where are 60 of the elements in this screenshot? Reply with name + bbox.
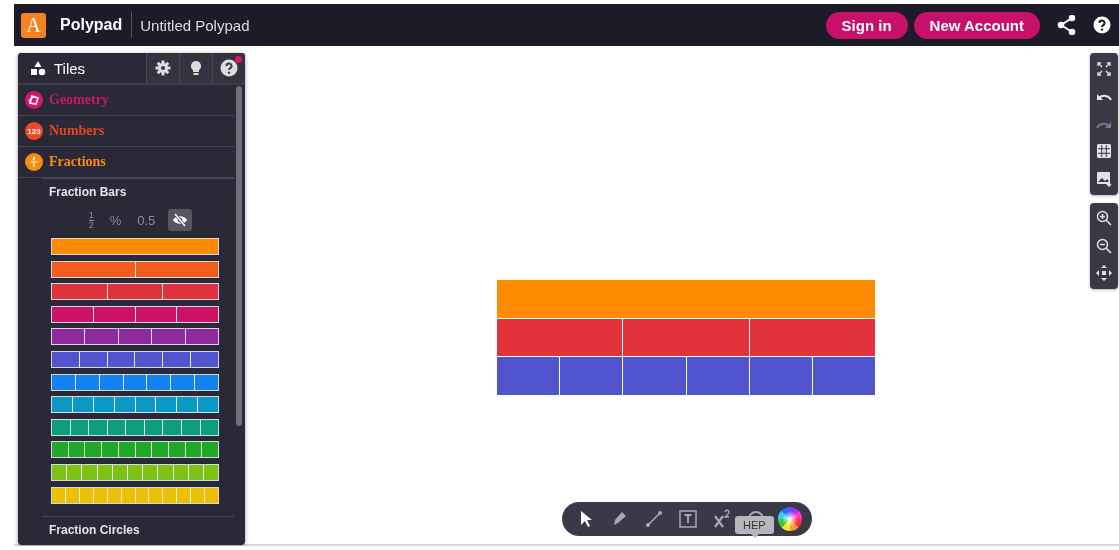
help-button[interactable] (212, 53, 245, 83)
hint-button[interactable] (179, 53, 212, 83)
category-header[interactable]: 123 Numbers (18, 116, 234, 147)
share-icon (1057, 15, 1076, 35)
fraction-bar[interactable] (51, 260, 219, 278)
fraction-bar[interactable] (51, 305, 219, 323)
share-button[interactable] (1057, 15, 1076, 35)
fraction-tile[interactable] (497, 318, 623, 356)
settings-button[interactable] (146, 53, 179, 83)
sign-in-button[interactable]: Sign in (825, 11, 908, 39)
fraction-bar[interactable] (51, 463, 219, 481)
help-button[interactable] (1093, 16, 1111, 34)
fraction-tile[interactable] (622, 357, 686, 395)
scrollbar-thumb[interactable] (236, 86, 242, 426)
numbers-icon: 123 (25, 122, 43, 140)
cursor-icon (578, 510, 594, 528)
fraction-format-button[interactable]: 1 2 (85, 209, 97, 231)
fraction-tile[interactable] (622, 318, 749, 356)
fraction-bar[interactable] (51, 396, 219, 414)
zoom-in-icon (1096, 210, 1112, 227)
app-name: Polypad (60, 16, 123, 34)
gear-icon (155, 60, 171, 76)
fraction-tile[interactable] (685, 357, 749, 395)
lightbulb-icon (189, 60, 203, 76)
fullscreen-icon (1096, 60, 1112, 77)
grid-icon (1096, 143, 1112, 160)
fraction-bar[interactable] (51, 350, 219, 368)
image-download-icon (1096, 170, 1112, 187)
fraction-bar[interactable] (51, 328, 219, 346)
fraction-tile[interactable] (748, 357, 812, 395)
superscript-icon (713, 509, 731, 529)
new-account-button[interactable]: New Account (913, 11, 1040, 39)
fraction-bar[interactable] (51, 283, 219, 301)
fraction-tile[interactable] (497, 357, 560, 395)
fraction-bar[interactable] (51, 486, 219, 504)
eye-slash-icon (172, 213, 189, 227)
fraction-tile[interactable] (748, 318, 875, 356)
section-title[interactable]: Fraction Bars (42, 185, 234, 203)
fraction-bar[interactable] (51, 373, 219, 391)
fraction-tile[interactable] (811, 357, 876, 395)
pen-icon (611, 510, 629, 528)
hide-labels-button[interactable] (168, 209, 193, 231)
text-box-icon (678, 509, 698, 529)
document-title[interactable]: Untitled Polypad (140, 16, 250, 34)
fraction-tile[interactable] (559, 357, 623, 395)
help-icon (220, 59, 238, 77)
zoom-out-icon (1096, 237, 1112, 254)
format-button[interactable]: 0.5 (134, 209, 159, 231)
fraction-bar[interactable] (51, 418, 219, 436)
section-title[interactable]: Fraction Circles (42, 522, 234, 541)
format-button[interactable]: % (106, 209, 125, 231)
line-icon (645, 510, 663, 528)
color-wheel-icon (778, 507, 802, 531)
help-icon (1093, 16, 1111, 34)
move-arrows-icon (1096, 265, 1112, 282)
fraction-tile[interactable] (497, 280, 875, 318)
fraction-bar[interactable] (51, 441, 219, 459)
shapes-icon (30, 60, 46, 76)
category-header[interactable]: Fractions (18, 147, 234, 178)
color-tool-button[interactable] (778, 506, 802, 532)
